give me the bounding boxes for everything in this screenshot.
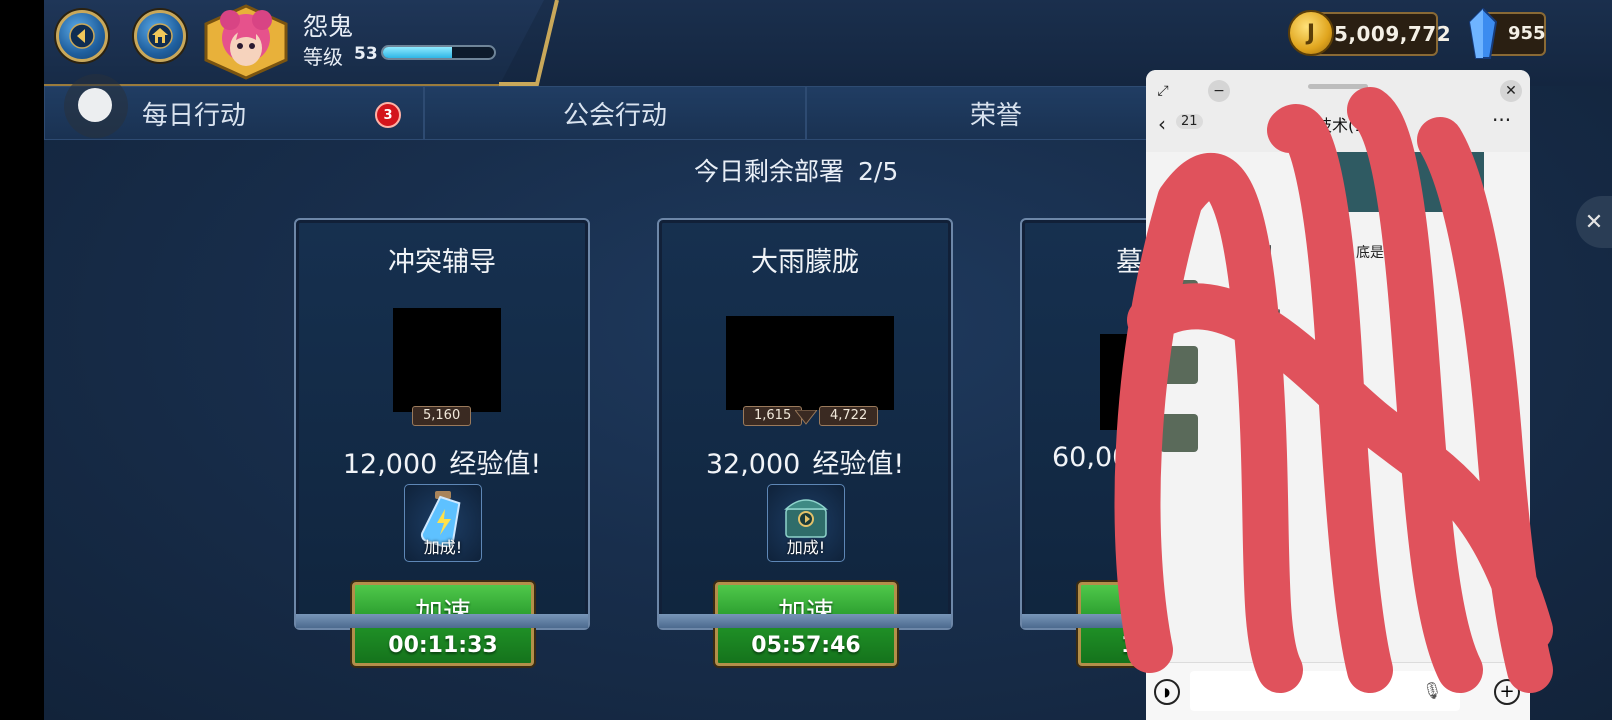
sticker-image	[1334, 152, 1484, 212]
message-fragment: 是	[1268, 309, 1282, 325]
mission-xp-value: 12,000	[342, 449, 438, 480]
chat-avatar	[1160, 346, 1198, 384]
chat-avatar	[1160, 414, 1198, 452]
versus-chevron-icon	[795, 410, 817, 425]
player-plate	[44, 0, 544, 86]
message-fragment: 刹	[1258, 245, 1272, 261]
player-plate-edge	[499, 0, 559, 86]
mission-title: 大雨朦胧	[751, 247, 859, 278]
tab-guild-actions[interactable]: 公会行动	[424, 86, 806, 140]
player-level: 53	[354, 44, 378, 64]
bonus-item[interactable]: 加成!	[404, 484, 482, 562]
mission-xp-value: 60,00	[1052, 442, 1130, 473]
screen: 怨鬼 等级 53 J 5,009,772 955 每日行动 3 公会行动 荣誉 …	[0, 0, 1612, 720]
minimize-button[interactable]: −	[1208, 80, 1230, 102]
mission-xp-reward: 12,000 经验值!	[296, 442, 588, 481]
coin-value: 5,009,772	[1334, 22, 1452, 46]
mission-title-text: 墓	[1116, 247, 1143, 278]
assistive-touch-dot	[78, 88, 112, 122]
microphone-icon[interactable]: 🎙	[1422, 681, 1442, 700]
message-fragment: 底是	[1356, 245, 1384, 261]
assistive-touch-button[interactable]	[64, 74, 128, 138]
chat-messages[interactable]: 刹 底是 是	[1146, 152, 1530, 662]
drag-handle[interactable]	[1308, 84, 1368, 89]
mission-xp-value: 32,000	[705, 449, 801, 480]
gem-icon	[1468, 8, 1498, 59]
mission-power-tag: 5,160	[412, 406, 472, 426]
card-bottom-trim	[659, 614, 951, 628]
xp-bar	[381, 45, 496, 60]
chat-input-bar: ◗ 🎙 +	[1146, 662, 1530, 720]
add-icon[interactable]: +	[1494, 679, 1520, 705]
mission-title: 冲突辅导	[388, 247, 496, 278]
close-icon: ✕	[1584, 209, 1604, 235]
mission-image	[393, 308, 501, 412]
mission-image	[726, 316, 894, 410]
mission-card[interactable]: 大雨朦胧 1,615 4,722 32,000 经验值! 加成! 加速 05:57…	[657, 218, 953, 666]
chat-title: 技术(124)	[1316, 116, 1392, 135]
notification-badge: 3	[375, 102, 401, 128]
level-label: 等级	[303, 45, 343, 69]
back-arrow-icon	[69, 23, 95, 49]
gem-value: 955	[1508, 23, 1546, 44]
tab-honor-label: 荣誉	[969, 100, 1022, 131]
mission-power-tag: 1,615	[743, 406, 803, 426]
mission-xp-reward: 32,000 经验值!	[659, 442, 951, 481]
player-name: 怨鬼	[303, 12, 354, 41]
mission-timer: 05:57:46	[751, 633, 861, 658]
chat-avatar	[1160, 280, 1198, 318]
coin-icon: J	[1288, 10, 1334, 56]
mission-xp-label: 经验值!	[812, 449, 905, 480]
mission-power-tag: 4,722	[819, 406, 879, 426]
remaining-deployments: 今日剩余部署 2/5	[694, 152, 898, 188]
expand-icon[interactable]: ⤢	[1152, 80, 1174, 102]
bonus-label: 加成!	[423, 538, 463, 557]
more-options-icon[interactable]: ···	[1492, 108, 1511, 132]
card-bottom-trim	[296, 614, 588, 628]
xp-bar-fill	[383, 47, 452, 58]
close-button[interactable]: ✕	[1500, 80, 1522, 102]
tab-guild-actions-label: 公会行动	[562, 100, 667, 131]
home-icon	[147, 23, 173, 49]
chat-back-icon[interactable]: ‹	[1158, 112, 1166, 136]
tab-honor[interactable]: 荣誉	[806, 86, 1186, 140]
tab-daily-actions-label: 每日行动	[141, 100, 246, 131]
home-button[interactable]	[134, 10, 186, 62]
mission-xp-label: 经验值!	[449, 449, 542, 480]
bonus-label: 加成!	[786, 538, 826, 557]
message-bubble	[1446, 482, 1470, 518]
player-avatar[interactable]	[200, 4, 292, 80]
remaining-deployments-label: 今日剩余部署	[694, 157, 845, 186]
mission-timer: 00:11:33	[388, 633, 498, 658]
remaining-deployments-count: 2/5	[858, 157, 899, 186]
voice-icon[interactable]: ◗	[1154, 679, 1180, 705]
chat-unread-count: 21	[1176, 114, 1203, 129]
back-button[interactable]	[56, 10, 108, 62]
chat-header: ⤢ − ✕ ‹ 21 技术(124) ···	[1146, 70, 1530, 152]
chat-floating-window[interactable]: ⤢ − ✕ ‹ 21 技术(124) ··· 刹 底是 是 ◗ 🎙 +	[1146, 70, 1530, 720]
mission-card[interactable]: 冲突辅导 5,160 12,000 经验值! 加成! 加速 00:11:33	[294, 218, 590, 666]
close-side-panel-button[interactable]: ✕	[1576, 196, 1612, 248]
coin-symbol: J	[1306, 20, 1316, 46]
bonus-item[interactable]: 加成!	[767, 484, 845, 562]
message-input[interactable]	[1190, 671, 1460, 711]
